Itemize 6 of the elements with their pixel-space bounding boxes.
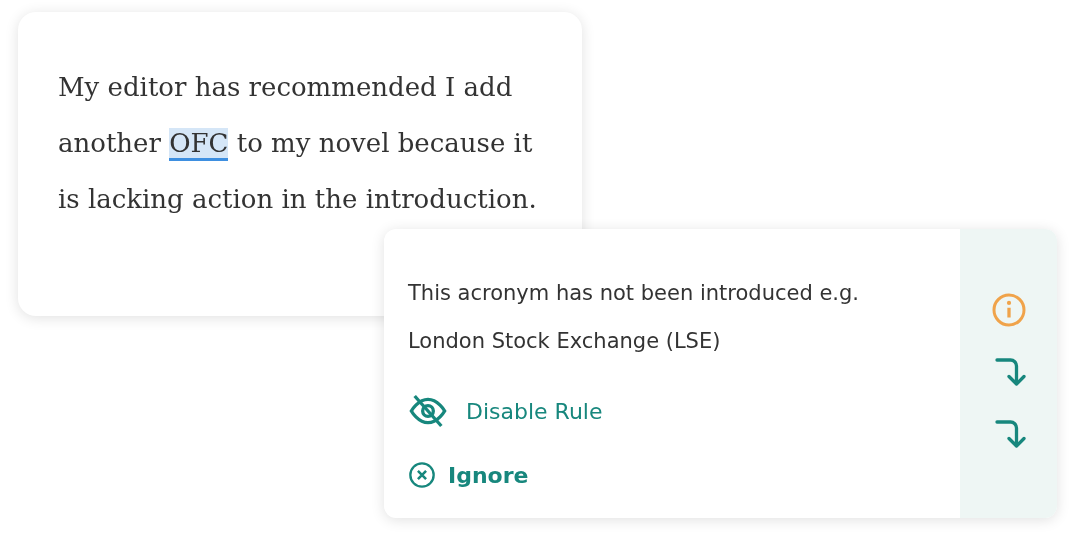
suggestion-message: This acronym has not been introduced e.g. London Stock Exchange (LSE) <box>408 280 861 355</box>
editor-paragraph: My editor has recommended I add another OFC to my novel because it is lacking action in the introduction. <box>58 71 538 216</box>
close-icon <box>408 461 436 489</box>
ignore-button[interactable]: Ignore <box>408 443 529 507</box>
disable-rule-button[interactable]: Disable Rule <box>408 379 603 443</box>
highlighted-word[interactable]: OFC <box>169 128 229 161</box>
